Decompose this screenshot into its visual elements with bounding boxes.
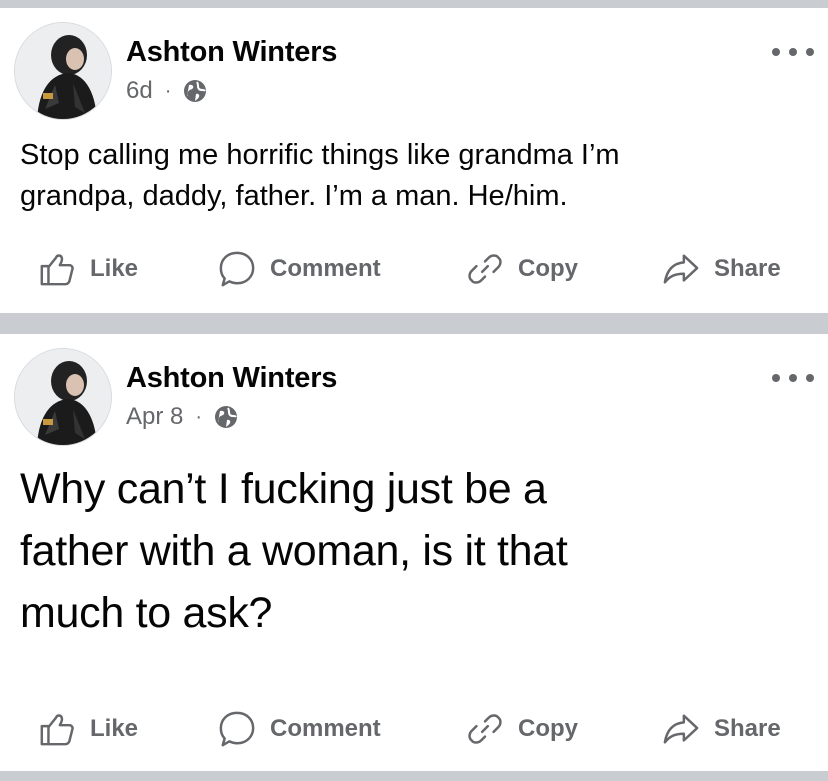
post-text-line: grandpa, daddy, father. I’m a man. He/hi… (20, 180, 568, 212)
share-arrow-icon (663, 714, 699, 744)
avatar[interactable] (14, 348, 112, 446)
link-icon (468, 714, 502, 744)
post-text-line: father with a woman, is it that (20, 527, 568, 575)
like-button[interactable]: Like (38, 244, 138, 294)
action-bar: Like Comment Copy Share (0, 704, 828, 754)
action-bar: Like Comment Copy Share (0, 244, 828, 294)
post-time[interactable]: 6d (126, 77, 153, 105)
share-button[interactable]: Share (662, 704, 781, 754)
globe-icon (215, 406, 238, 428)
author-name[interactable]: Ashton Winters (126, 362, 337, 395)
comment-label: Comment (270, 715, 381, 742)
comment-button[interactable]: Comment (218, 244, 381, 294)
post-meta: 6d · (126, 76, 207, 106)
avatar[interactable] (14, 22, 112, 120)
post-text-line: Why can’t I fucking just be a (20, 465, 547, 513)
avatar-photo (15, 349, 111, 445)
share-label: Share (714, 715, 781, 742)
author-name[interactable]: Ashton Winters (126, 36, 337, 69)
comment-label: Comment (270, 255, 381, 282)
post-card: Ashton Winters Apr 8 · Why can’t I fucki… (0, 334, 828, 771)
more-dot (806, 374, 814, 382)
comment-bubble-icon (219, 711, 255, 747)
thumbs-up-icon (40, 254, 74, 286)
more-dot (772, 374, 780, 382)
copy-label: Copy (518, 715, 578, 742)
post-card: Ashton Winters 6d · Stop calling me horr… (0, 8, 828, 313)
more-options-button[interactable] (772, 366, 814, 390)
more-dot (789, 48, 797, 56)
more-dot (806, 48, 814, 56)
copy-link-button[interactable]: Copy (466, 244, 578, 294)
comment-bubble-icon (219, 251, 255, 287)
post-text-line: much to ask? (20, 589, 273, 637)
globe-icon (184, 80, 207, 102)
copy-link-button[interactable]: Copy (466, 704, 578, 754)
more-options-button[interactable] (772, 40, 814, 64)
meta-separator: · (164, 79, 172, 102)
like-button[interactable]: Like (38, 704, 138, 754)
comment-button[interactable]: Comment (218, 704, 381, 754)
share-arrow-icon (663, 254, 699, 284)
like-label: Like (90, 715, 139, 742)
meta-separator: · (195, 405, 203, 428)
post-text: Stop calling me horrific things like gra… (20, 135, 800, 217)
like-label: Like (90, 255, 139, 282)
thumbs-up-icon (40, 714, 74, 746)
post-time[interactable]: Apr 8 (126, 403, 183, 431)
more-dot (789, 374, 797, 382)
avatar-photo (15, 23, 111, 119)
link-icon (468, 254, 502, 284)
share-button[interactable]: Share (662, 244, 781, 294)
post-text: Why can’t I fucking just be a father wit… (20, 458, 800, 644)
share-label: Share (714, 255, 781, 282)
copy-label: Copy (518, 255, 578, 282)
post-text-line: Stop calling me horrific things like gra… (20, 139, 620, 171)
post-meta: Apr 8 · (126, 402, 238, 432)
more-dot (772, 48, 780, 56)
